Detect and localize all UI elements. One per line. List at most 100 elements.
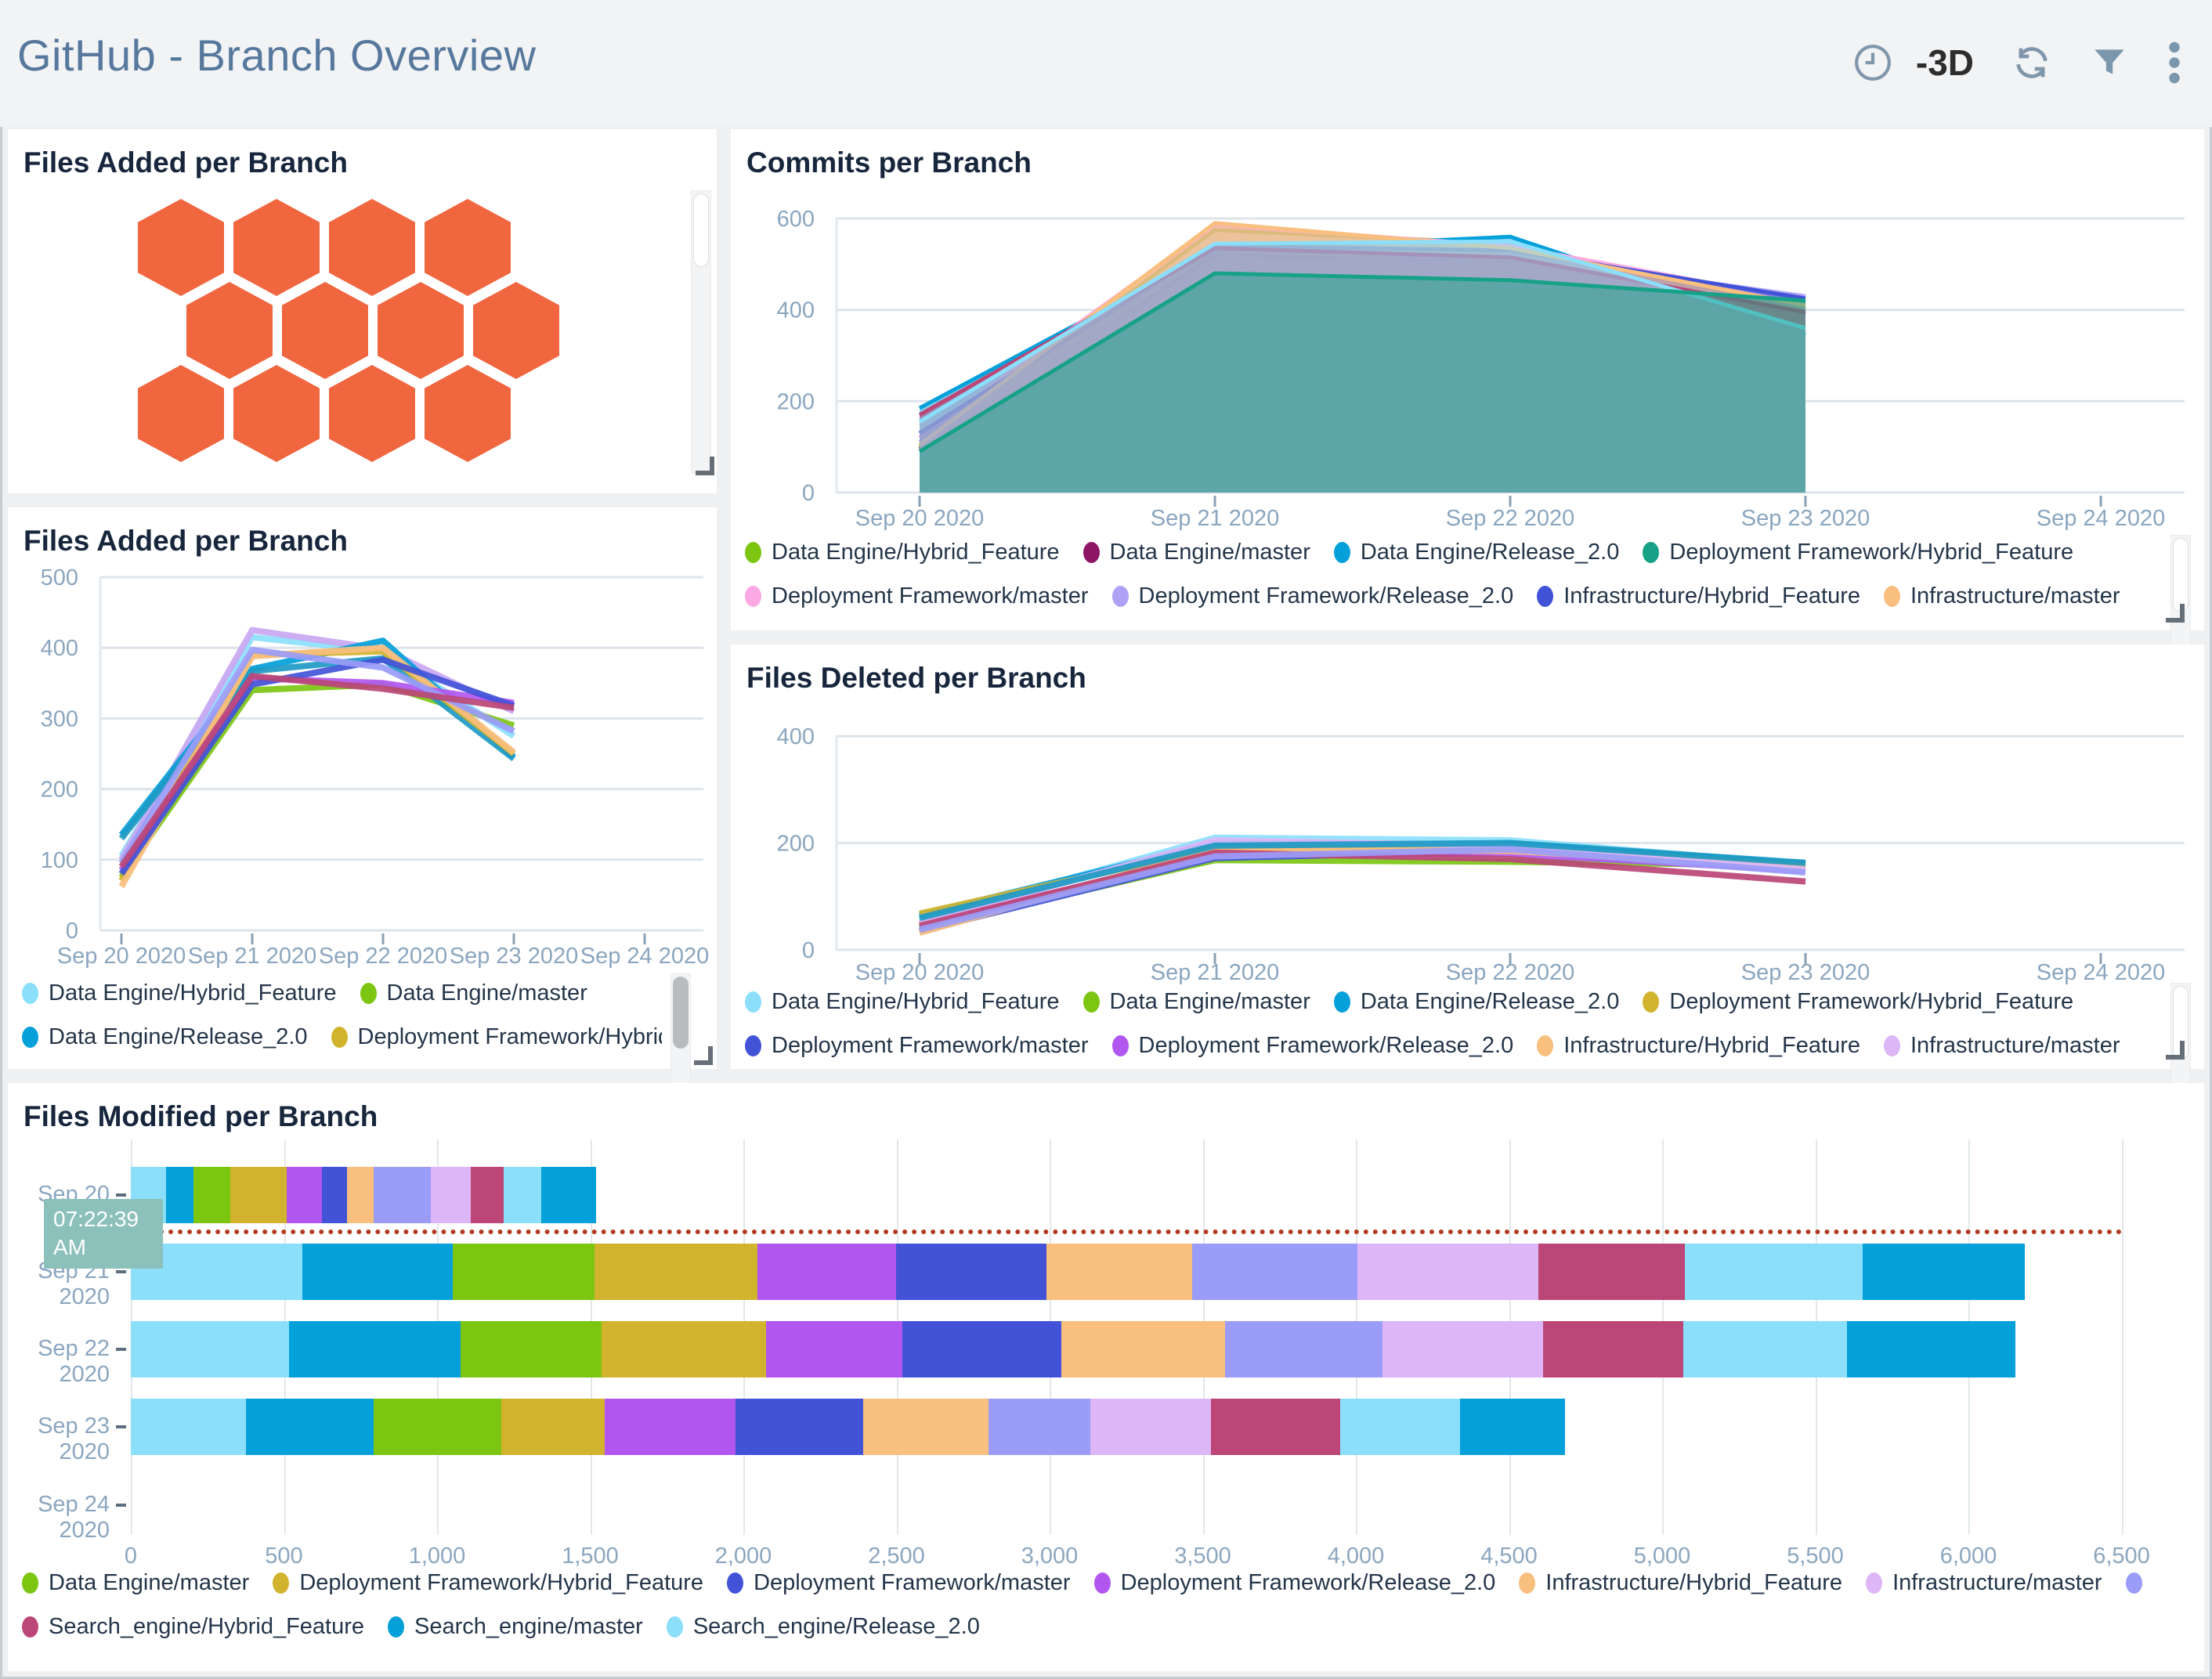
bar-segment[interactable] xyxy=(736,1399,863,1455)
legend-item[interactable]: Infrastructure/master xyxy=(1884,1033,2120,1059)
hexagon-tile[interactable] xyxy=(233,365,320,462)
legend-item[interactable]: Infrastructure/Release_2.0 xyxy=(2126,1570,2154,1596)
legend-item[interactable]: Deployment Framework/Hybrid_Feature xyxy=(273,1570,703,1596)
legend-item[interactable]: Deployment Framework/Hybrid_Feature xyxy=(1643,540,2073,565)
bar-segment[interactable] xyxy=(289,1321,461,1378)
bar-segment[interactable] xyxy=(1382,1321,1543,1378)
resize-grip[interactable] xyxy=(2166,604,2185,623)
legend-item[interactable]: Data Engine/master xyxy=(360,980,587,1006)
resize-grip[interactable] xyxy=(696,457,714,475)
bar-segment[interactable] xyxy=(287,1167,322,1223)
kebab-menu-icon[interactable] xyxy=(2167,41,2182,85)
files-added-line-chart[interactable]: 0100200300400500Sep 20 2020Sep 21 2020Se… xyxy=(8,507,717,977)
legend-item[interactable]: Infrastructure/master xyxy=(1884,583,2120,609)
bar-segment[interactable] xyxy=(471,1167,504,1223)
bar-segment[interactable] xyxy=(431,1167,471,1223)
bar-row[interactable] xyxy=(131,1167,596,1223)
legend-item[interactable]: Infrastructure/Hybrid_Feature xyxy=(1537,1033,1860,1059)
hexagon-tile[interactable] xyxy=(378,282,464,379)
bar-segment[interactable] xyxy=(302,1244,453,1300)
hexagon-tile[interactable] xyxy=(473,282,559,379)
bar-segment[interactable] xyxy=(1847,1321,2015,1378)
legend-item[interactable]: Data Engine/Release_2.0 xyxy=(1334,540,1620,565)
legend-item[interactable]: Data Engine/master xyxy=(1083,540,1310,565)
bar-segment[interactable] xyxy=(1090,1399,1211,1455)
hexagon-tile[interactable] xyxy=(138,365,224,462)
resize-grip[interactable] xyxy=(2166,1041,2185,1060)
legend-item[interactable]: Search_engine/master xyxy=(388,1614,643,1640)
bar-segment[interactable] xyxy=(504,1167,541,1223)
legend-item[interactable]: Search_engine/Release_2.0 xyxy=(667,1614,980,1640)
hexagon-tile[interactable] xyxy=(233,199,320,296)
hexagon-tile[interactable] xyxy=(138,199,224,296)
legend-item[interactable]: Infrastructure/Hybrid_Feature xyxy=(1519,1570,1842,1596)
scrollbar-thumb[interactable] xyxy=(673,977,689,1049)
bar-segment[interactable] xyxy=(501,1399,605,1455)
bar-segment[interactable] xyxy=(605,1399,736,1455)
files-deleted-line-chart[interactable]: 0200400Sep 20 2020Sep 21 2020Sep 22 2020… xyxy=(731,645,2204,989)
legend-item[interactable]: Data Engine/Release_2.0 xyxy=(1334,989,1620,1015)
bar-segment[interactable] xyxy=(347,1167,374,1223)
bar-segment[interactable] xyxy=(1357,1244,1538,1300)
legend-item[interactable]: Data Engine/Hybrid_Feature xyxy=(745,540,1060,565)
bar-segment[interactable] xyxy=(595,1244,757,1300)
hexagon-tile[interactable] xyxy=(282,282,368,379)
bar-row[interactable] xyxy=(131,1321,2015,1378)
bar-segment[interactable] xyxy=(1543,1321,1683,1378)
legend-item[interactable]: Infrastructure/Hybrid_Feature xyxy=(1537,583,1860,609)
bar-segment[interactable] xyxy=(1061,1321,1225,1378)
bar-segment[interactable] xyxy=(902,1321,1061,1378)
hexagon-tile[interactable] xyxy=(329,199,415,296)
bar-segment[interactable] xyxy=(863,1399,989,1455)
bar-segment[interactable] xyxy=(166,1167,193,1223)
hexagon-tile[interactable] xyxy=(425,365,511,462)
resize-grip[interactable] xyxy=(694,1046,713,1065)
legend-item[interactable]: Deployment Framework/Release_2.0 xyxy=(1112,1033,1514,1059)
files-modified-bar-chart[interactable]: 05001,0001,5002,0002,5003,0003,5004,0004… xyxy=(8,1130,2204,1569)
bar-segment[interactable] xyxy=(131,1321,289,1378)
legend-item[interactable]: Search_engine/Hybrid_Feature xyxy=(22,1614,364,1640)
clock-icon[interactable] xyxy=(1853,43,1892,82)
bar-row[interactable] xyxy=(131,1244,2025,1300)
scrollbar-thumb[interactable] xyxy=(693,193,709,267)
scrollbar-thumb[interactable] xyxy=(2173,538,2189,612)
bar-segment[interactable] xyxy=(1192,1244,1357,1300)
bar-segment[interactable] xyxy=(1340,1399,1460,1455)
bar-segment[interactable] xyxy=(989,1399,1090,1455)
legend-item[interactable]: Data Engine/Hybrid_Feature xyxy=(745,989,1060,1015)
filter-icon[interactable] xyxy=(2090,43,2129,82)
legend-item[interactable]: Deployment Framework/master xyxy=(727,1570,1071,1596)
bar-segment[interactable] xyxy=(541,1167,596,1223)
refresh-icon[interactable] xyxy=(2011,42,2052,83)
bar-segment[interactable] xyxy=(1225,1321,1382,1378)
legend-item[interactable]: Infrastructure/master xyxy=(1866,1570,2102,1596)
legend-item[interactable]: Deployment Framework/Release_2.0 xyxy=(1094,1570,1496,1596)
legend-item[interactable]: Data Engine/master xyxy=(22,1570,249,1596)
legend-scrollbar[interactable] xyxy=(670,973,691,1095)
time-range-label[interactable]: -3D xyxy=(1916,42,1974,84)
bar-segment[interactable] xyxy=(1211,1399,1340,1455)
legend-item[interactable]: Deployment Framework/master xyxy=(745,583,1089,609)
bar-segment[interactable] xyxy=(322,1167,347,1223)
legend-item[interactable]: Data Engine/Release_2.0 xyxy=(22,1024,308,1050)
commits-area-chart[interactable]: 0200400600Sep 20 2020Sep 21 2020Sep 22 2… xyxy=(731,129,2204,536)
bar-row[interactable] xyxy=(131,1399,1565,1455)
bar-segment[interactable] xyxy=(757,1244,897,1300)
hexagon-tile[interactable] xyxy=(425,199,511,296)
bar-segment[interactable] xyxy=(1683,1321,1847,1378)
bar-segment[interactable] xyxy=(896,1244,1046,1300)
bar-segment[interactable] xyxy=(374,1167,430,1223)
hexagon-tile[interactable] xyxy=(329,365,415,462)
bar-segment[interactable] xyxy=(766,1321,902,1378)
hexagon-tile[interactable] xyxy=(186,282,273,379)
bar-segment[interactable] xyxy=(602,1321,766,1378)
bar-segment[interactable] xyxy=(1046,1244,1192,1300)
bar-segment[interactable] xyxy=(461,1321,602,1378)
legend-item[interactable]: Deployment Framework/Hybrid_Feature xyxy=(1643,989,2073,1015)
bar-segment[interactable] xyxy=(374,1399,501,1455)
legend-item[interactable]: Data Engine/master xyxy=(1083,989,1310,1015)
bar-segment[interactable] xyxy=(193,1167,230,1223)
bar-segment[interactable] xyxy=(1538,1244,1686,1300)
legend-item[interactable]: Deployment Framework/Hybrid_Feature xyxy=(331,1024,662,1050)
bar-segment[interactable] xyxy=(453,1244,595,1300)
